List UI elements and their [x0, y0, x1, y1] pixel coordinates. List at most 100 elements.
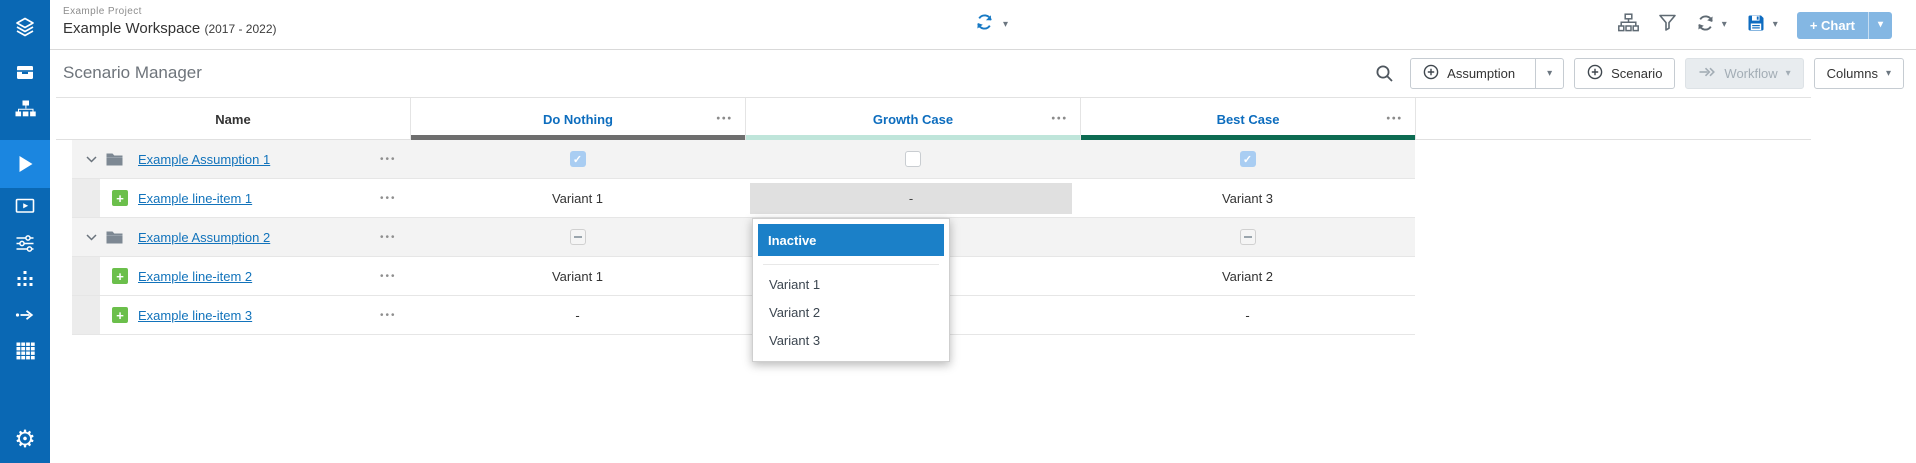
scenario-cell-best-case [1080, 140, 1415, 178]
sidebar-item-nodes[interactable] [0, 269, 50, 294]
column-menu-dots[interactable]: ••• [716, 114, 733, 125]
row-menu-dots[interactable]: ••• [380, 271, 397, 282]
chevron-down-icon[interactable] [86, 234, 97, 241]
sidebar-item-admin[interactable]: ⚙ [0, 428, 50, 452]
top-bar: Example Project Example Workspace (2017 … [50, 0, 1916, 50]
line-item-link[interactable]: Example line-item 3 [138, 308, 252, 323]
sidebar-item-layers[interactable] [0, 16, 50, 43]
folder-icon [106, 230, 123, 244]
indent-guide [72, 296, 100, 334]
sidebar-item-scenarios-active[interactable] [0, 152, 50, 181]
refresh-icon [1696, 14, 1715, 37]
variant-value: Variant 3 [1222, 191, 1273, 206]
sitemap-button[interactable] [1618, 13, 1639, 37]
sync-control[interactable]: ▾ [975, 13, 1008, 36]
column-menu-dots[interactable]: ••• [1386, 114, 1403, 125]
column-header-best-case[interactable]: Best Case ••• [1080, 98, 1415, 140]
archive-icon [14, 62, 36, 87]
scenario-cell-do-nothing[interactable]: Variant 1 [410, 257, 745, 295]
filter-icon [1658, 13, 1677, 37]
checkbox[interactable] [1240, 151, 1256, 167]
dropdown-option[interactable]: Variant 1 [753, 270, 949, 298]
search-button[interactable] [1375, 64, 1394, 83]
dropdown-option[interactable]: Variant 3 [753, 326, 949, 354]
workspace-title: Example Workspace (2017 - 2022) [63, 20, 277, 37]
column-header-growth-case[interactable]: Growth Case ••• [745, 98, 1080, 140]
workflow-label: Workflow [1724, 66, 1777, 81]
scenario-cell-do-nothing [410, 140, 745, 178]
line-item-link[interactable]: Example line-item 2 [138, 269, 252, 284]
column-menu-dots[interactable]: ••• [1051, 114, 1068, 125]
name-cell: Example Assumption 1 ••• [72, 140, 410, 178]
add-chart-label: + Chart [1797, 12, 1868, 39]
checkbox[interactable] [1240, 229, 1256, 245]
column-accent-bar [746, 135, 1080, 140]
scenario-cell-best-case[interactable]: Variant 2 [1080, 257, 1415, 295]
column-label: Do Nothing [543, 112, 613, 127]
table-row-line-item-1: + Example line-item 1 ••• Variant 1 - Va… [72, 179, 1415, 218]
project-label: Example Project [63, 6, 277, 17]
add-chart-button[interactable]: + Chart ▾ [1797, 12, 1892, 39]
scenario-cell-do-nothing[interactable]: - [410, 296, 745, 334]
add-assumption-caret[interactable]: ▾ [1535, 59, 1563, 88]
add-circle-icon [1423, 64, 1439, 83]
chevron-down-icon: ▾ [1722, 20, 1727, 30]
page-title: Scenario Manager [63, 63, 202, 83]
scenario-cell-growth-case [745, 140, 1080, 178]
column-header-do-nothing[interactable]: Do Nothing ••• [410, 98, 745, 140]
line-item-link[interactable]: Example line-item 1 [138, 191, 252, 206]
sidebar-item-settings-sliders[interactable] [0, 232, 50, 259]
name-cell: + Example line-item 1 ••• [72, 179, 410, 217]
scenario-cell-best-case [1080, 218, 1415, 256]
folder-icon [106, 152, 123, 166]
table-body: Example Assumption 1 ••• + Example line-… [56, 140, 1415, 335]
refresh-control[interactable]: ▾ [1696, 14, 1727, 37]
add-chart-caret[interactable]: ▾ [1868, 12, 1892, 39]
checkbox[interactable] [570, 151, 586, 167]
sidebar-item-hierarchy[interactable] [0, 99, 50, 124]
variant-value: Variant 2 [1222, 269, 1273, 284]
column-accent-bar [411, 135, 745, 140]
workflow-arrow-icon [1698, 65, 1716, 82]
assumption-link[interactable]: Example Assumption 2 [138, 230, 270, 245]
scenario-cell-best-case[interactable]: Variant 3 [1080, 179, 1415, 217]
workflow-button[interactable]: Workflow ▾ [1685, 58, 1803, 89]
table-row-assumption-1: Example Assumption 1 ••• [72, 140, 1415, 179]
column-header-name: Name [56, 98, 410, 140]
checkbox[interactable] [570, 229, 586, 245]
add-scenario-button[interactable]: Scenario [1574, 58, 1675, 89]
page-toolbar: Scenario Manager Assumption ▾ Scenario W… [50, 50, 1916, 97]
sidebar-item-presentation[interactable] [0, 196, 50, 222]
filter-button[interactable] [1658, 13, 1677, 37]
arrow-right-icon [13, 305, 37, 330]
chevron-down-icon: ▾ [1878, 20, 1883, 30]
scenario-cell-growth-case: - [745, 179, 1080, 217]
dropdown-separator [763, 264, 939, 265]
selected-variant-cell[interactable]: - [750, 183, 1072, 214]
table-row-line-item-2: + Example line-item 2 ••• Variant 1 Vari… [72, 257, 1415, 296]
screen-play-icon [13, 196, 37, 222]
variant-dropdown: Inactive Variant 1 Variant 2 Variant 3 [752, 218, 950, 362]
chevron-down-icon[interactable] [86, 156, 97, 163]
add-assumption-label: Assumption [1447, 66, 1515, 81]
row-menu-dots[interactable]: ••• [380, 310, 397, 321]
scenario-cell-best-case[interactable]: - [1080, 296, 1415, 334]
chevron-down-icon: ▾ [1786, 69, 1791, 79]
columns-button[interactable]: Columns ▾ [1814, 58, 1904, 89]
save-control[interactable]: ▾ [1746, 13, 1778, 38]
row-menu-dots[interactable]: ••• [380, 193, 397, 204]
dropdown-option[interactable]: Variant 2 [753, 298, 949, 326]
scenario-cell-do-nothing[interactable]: Variant 1 [410, 179, 745, 217]
sidebar-item-workflow[interactable] [0, 305, 50, 330]
columns-label: Columns [1827, 66, 1878, 81]
row-menu-dots[interactable]: ••• [380, 154, 397, 165]
sidebar-item-tables[interactable] [0, 340, 50, 365]
checkbox[interactable] [905, 151, 921, 167]
sidebar-item-archive[interactable] [0, 62, 50, 87]
chevron-down-icon: ▾ [1003, 20, 1008, 30]
row-menu-dots[interactable]: ••• [380, 232, 397, 243]
chevron-down-icon: ▾ [1547, 69, 1552, 79]
dropdown-option-selected[interactable]: Inactive [758, 224, 944, 256]
add-assumption-button[interactable]: Assumption ▾ [1410, 58, 1564, 89]
assumption-link[interactable]: Example Assumption 1 [138, 152, 270, 167]
